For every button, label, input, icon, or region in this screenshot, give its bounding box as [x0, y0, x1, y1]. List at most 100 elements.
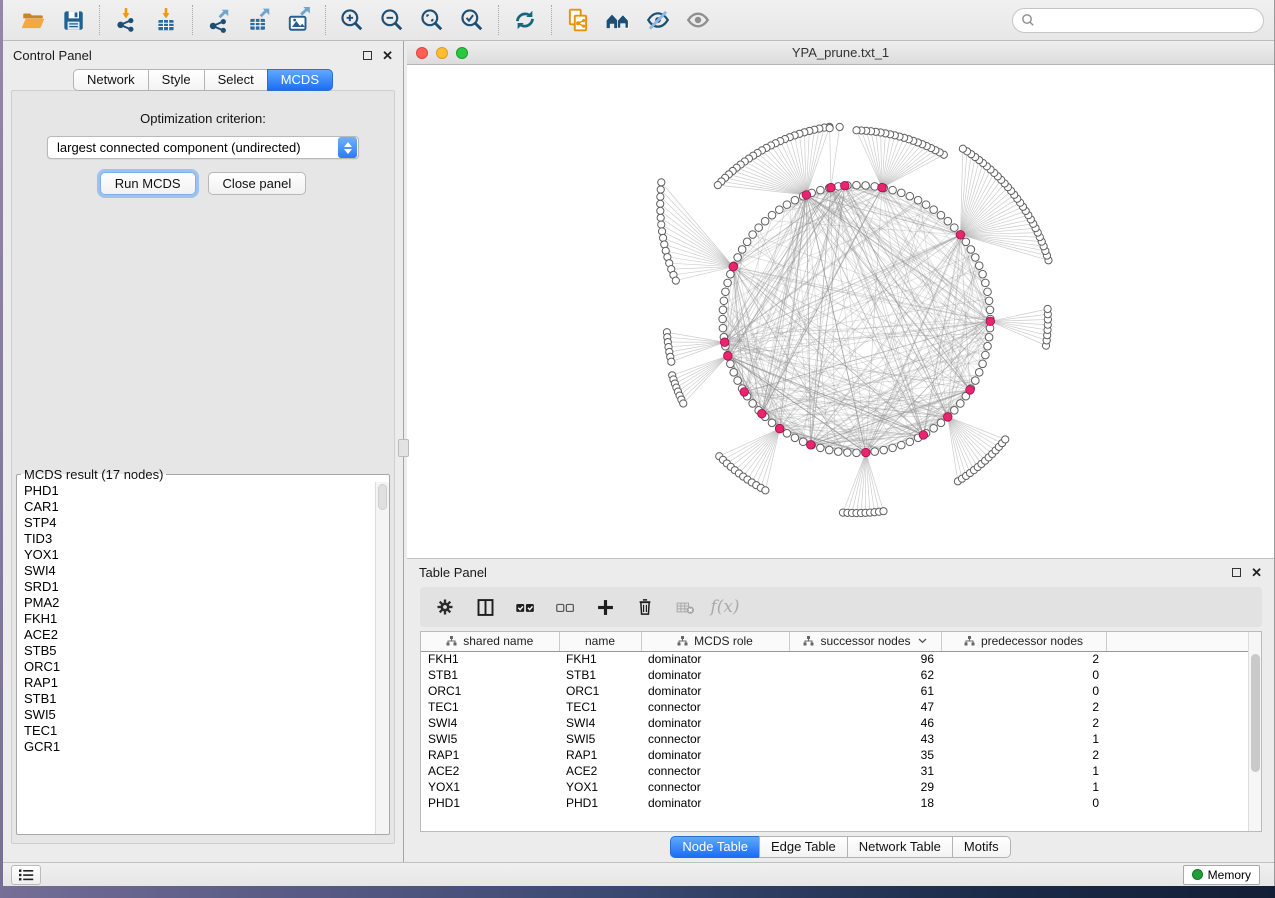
tab-node-table[interactable]: Node Table — [670, 836, 759, 858]
table-row[interactable]: ORC1ORC1dominator610 — [421, 683, 1253, 699]
table-cell: SWI4 — [421, 715, 559, 731]
table-cell: 2 — [941, 651, 1106, 667]
tab-style[interactable]: Style — [148, 69, 204, 91]
mcds-result-node[interactable]: ACE2 — [24, 627, 382, 643]
list-icon — [18, 868, 34, 882]
column-header-predecessor-nodes[interactable]: predecessor nodes — [941, 632, 1106, 651]
mcds-result-node[interactable]: FKH1 — [24, 611, 382, 627]
node-table: shared namenameMCDS rolesuccessor nodesp… — [421, 632, 1253, 811]
float-table-panel-icon[interactable] — [1232, 568, 1241, 577]
export-table-icon[interactable] — [239, 3, 279, 37]
zoom-selected-icon[interactable] — [452, 3, 492, 37]
mcds-result-node[interactable]: SWI4 — [24, 563, 382, 579]
clone-network-icon[interactable] — [558, 3, 598, 37]
column-header-name[interactable]: name — [559, 632, 641, 651]
toolbar-separator — [192, 5, 193, 35]
mcds-result-box: MCDS result (17 nodes) PHD1CAR1STP4TID3Y… — [16, 467, 390, 835]
open-icon[interactable] — [13, 3, 53, 37]
search-input[interactable] — [1040, 13, 1255, 28]
tab-network-table[interactable]: Network Table — [847, 836, 952, 858]
mcds-result-node[interactable]: PHD1 — [24, 483, 382, 499]
show-all-icon[interactable] — [678, 3, 718, 37]
table-row[interactable]: YOX1YOX1connector291 — [421, 779, 1253, 795]
result-scrollbar[interactable] — [375, 482, 389, 834]
table-row[interactable]: RAP1RAP1dominator352 — [421, 747, 1253, 763]
table-cell: connector — [641, 699, 789, 715]
mcds-result-node[interactable]: YOX1 — [24, 547, 382, 563]
table-row[interactable]: PHD1PHD1dominator180 — [421, 795, 1253, 811]
deselect-all-icon[interactable] — [552, 594, 578, 620]
network-view[interactable] — [407, 65, 1274, 558]
close-table-panel-icon[interactable]: ✕ — [1251, 566, 1262, 579]
table-row[interactable]: FKH1FKH1dominator962 — [421, 651, 1253, 667]
table-settings-icon[interactable] — [432, 594, 458, 620]
criterion-select[interactable]: largest connected component (undirected) — [47, 136, 359, 159]
table-cell: STB1 — [559, 667, 641, 683]
save-icon[interactable] — [53, 3, 93, 37]
table-cell-filler — [1106, 747, 1253, 763]
refresh-icon[interactable] — [505, 3, 545, 37]
table-scrollbar[interactable] — [1248, 632, 1261, 831]
tab-network[interactable]: Network — [73, 69, 148, 91]
run-mcds-button[interactable]: Run MCDS — [100, 172, 196, 195]
cytoscape-window: Control Panel ✕ NetworkStyleSelectMCDS O… — [3, 0, 1275, 886]
import-table-icon[interactable] — [146, 3, 186, 37]
chevron-up-down-icon — [338, 137, 357, 158]
add-column-icon[interactable] — [592, 594, 618, 620]
tab-mcds[interactable]: MCDS — [267, 69, 333, 91]
mcds-result-node[interactable]: TEC1 — [24, 723, 382, 739]
mcds-result-node[interactable]: ORC1 — [24, 659, 382, 675]
mcds-result-node[interactable]: TID3 — [24, 531, 382, 547]
table-cell: 2 — [941, 699, 1106, 715]
table-row[interactable]: TEC1TEC1connector472 — [421, 699, 1253, 715]
column-header-shared-name[interactable]: shared name — [421, 632, 559, 651]
table-row[interactable]: SWI4SWI4dominator462 — [421, 715, 1253, 731]
float-panel-icon[interactable] — [363, 51, 372, 60]
task-history-button[interactable] — [11, 865, 41, 885]
table-row[interactable]: STB1STB1dominator620 — [421, 667, 1253, 683]
table-cell-filler — [1106, 779, 1253, 795]
table-row[interactable]: ACE2ACE2connector311 — [421, 763, 1253, 779]
export-image-icon[interactable] — [279, 3, 319, 37]
mcds-result-list: PHD1CAR1STP4TID3YOX1SWI4SRD1PMA2FKH1ACE2… — [17, 482, 389, 834]
mcds-result-node[interactable]: SWI5 — [24, 707, 382, 723]
table-cell-filler — [1106, 699, 1253, 715]
panel-divider[interactable] — [403, 41, 407, 862]
column-header-successor-nodes[interactable]: successor nodes — [789, 632, 941, 651]
mcds-result-node[interactable]: SRD1 — [24, 579, 382, 595]
zoom-in-icon[interactable] — [332, 3, 372, 37]
tab-edge-table[interactable]: Edge Table — [759, 836, 847, 858]
column-header-MCDS-role[interactable]: MCDS role — [641, 632, 789, 651]
tab-motifs[interactable]: Motifs — [952, 836, 1011, 858]
main-content: Control Panel ✕ NetworkStyleSelectMCDS O… — [3, 41, 1274, 862]
divider-grip-icon[interactable] — [398, 439, 409, 457]
mcds-result-node[interactable]: RAP1 — [24, 675, 382, 691]
first-neighbors-icon[interactable] — [598, 3, 638, 37]
maximize-window-icon[interactable] — [456, 47, 468, 59]
table-row[interactable]: SWI5SWI5connector431 — [421, 731, 1253, 747]
close-window-icon[interactable] — [416, 47, 428, 59]
export-network-icon[interactable] — [199, 3, 239, 37]
delete-icon[interactable] — [632, 594, 658, 620]
memory-button[interactable]: Memory — [1183, 865, 1260, 885]
zoom-fit-icon[interactable] — [412, 3, 452, 37]
tab-select[interactable]: Select — [204, 69, 267, 91]
mcds-result-node[interactable]: GCR1 — [24, 739, 382, 755]
close-panel-button[interactable]: Close panel — [208, 172, 307, 195]
table-cell: 31 — [789, 763, 941, 779]
mcds-result-node[interactable]: PMA2 — [24, 595, 382, 611]
network-graph[interactable] — [407, 65, 1274, 558]
hide-selected-icon[interactable] — [638, 3, 678, 37]
mcds-result-node[interactable]: STB1 — [24, 691, 382, 707]
select-all-icon[interactable] — [512, 594, 538, 620]
mcds-result-node[interactable]: STB5 — [24, 643, 382, 659]
mcds-result-node[interactable]: CAR1 — [24, 499, 382, 515]
zoom-out-icon[interactable] — [372, 3, 412, 37]
minimize-window-icon[interactable] — [436, 47, 448, 59]
table-cell: TEC1 — [559, 699, 641, 715]
mcds-result-node[interactable]: STP4 — [24, 515, 382, 531]
import-network-icon[interactable] — [106, 3, 146, 37]
table-cell-filler — [1106, 731, 1253, 747]
show-columns-icon[interactable] — [472, 594, 498, 620]
close-panel-icon[interactable]: ✕ — [382, 49, 393, 62]
